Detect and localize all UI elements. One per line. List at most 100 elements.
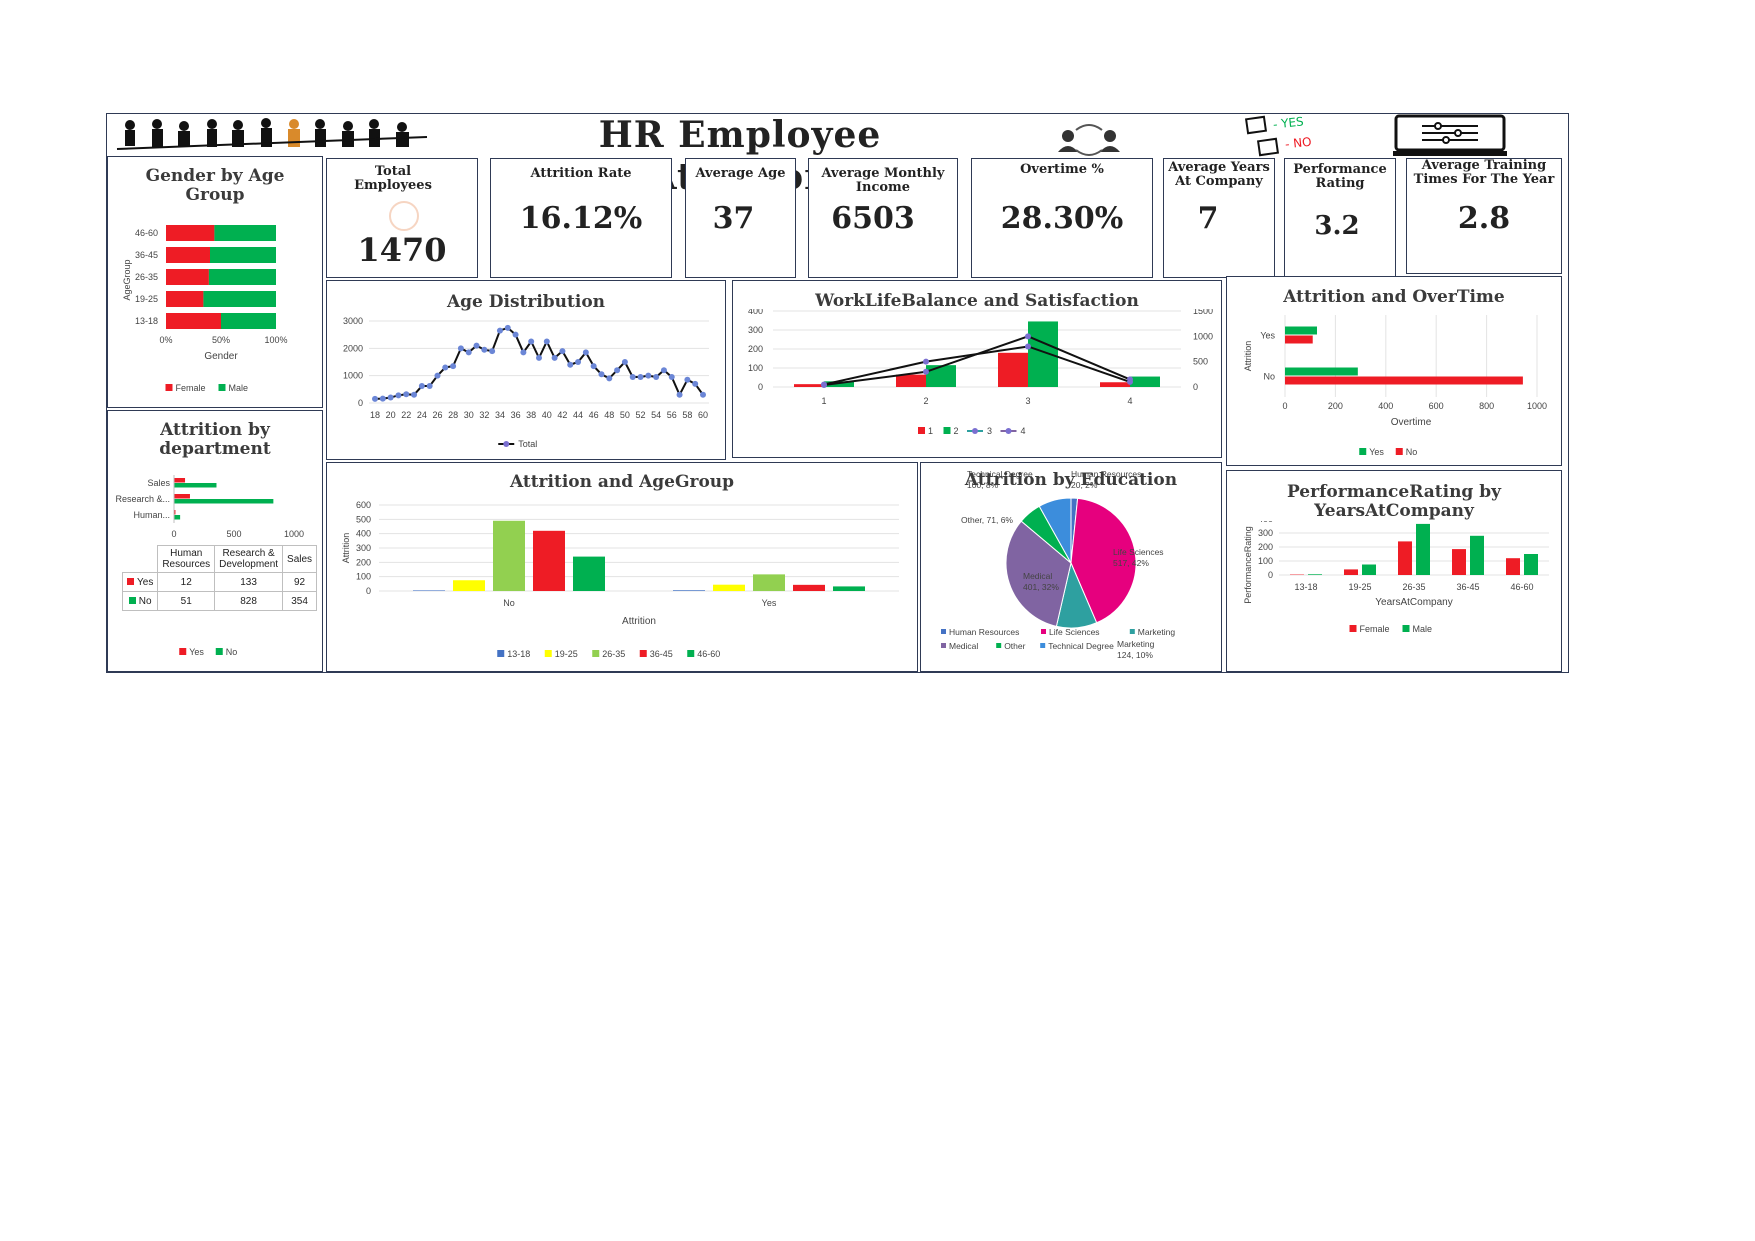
tick-label: 34	[495, 410, 505, 420]
tick-label: 100	[748, 363, 763, 373]
legend-swatch	[687, 650, 695, 657]
category-label: Research &...	[115, 494, 170, 504]
tick-label: 26-35	[1402, 582, 1425, 592]
legend-swatch	[996, 643, 1002, 648]
bar-male	[214, 225, 276, 241]
bar-26-35	[753, 574, 785, 591]
bar-male	[203, 291, 276, 307]
tick-label: Yes	[762, 598, 777, 608]
row-label: No	[138, 595, 152, 607]
tick-label: 22	[401, 410, 411, 420]
category-label: 13-18	[135, 316, 158, 326]
data-point	[520, 349, 527, 356]
legend-marker	[972, 428, 978, 434]
table-cell: 354	[282, 591, 318, 611]
tick-label: 46-60	[1510, 582, 1533, 592]
legend-swatch	[1402, 625, 1410, 632]
data-point	[598, 371, 605, 378]
tick-label: 300	[748, 325, 763, 335]
tick-label: 46	[589, 410, 599, 420]
legend-swatch	[918, 427, 925, 434]
legend-swatch	[943, 427, 951, 434]
bar-1	[896, 374, 926, 387]
data-point	[473, 342, 480, 349]
bar-female	[166, 291, 204, 307]
tick-label: 36-45	[1456, 582, 1479, 592]
legend-swatch	[1129, 629, 1135, 634]
category-label: 36-45	[135, 250, 158, 260]
data-label: Other, 71, 6%	[961, 515, 1013, 525]
bar-2	[1028, 321, 1058, 387]
people-logo	[112, 115, 432, 155]
tick-label: 42	[557, 410, 567, 420]
table-cell: 12	[157, 572, 216, 592]
legend-label: Male	[1413, 624, 1433, 634]
data-point	[496, 327, 503, 334]
legend-label: 2	[954, 426, 959, 436]
kpi-performance-rating: Performance Rating 3.2	[1284, 158, 1396, 278]
bar-1	[998, 352, 1028, 387]
bar-Yes	[1285, 326, 1318, 335]
table-cell: 92	[282, 572, 318, 592]
legend-label: 36-45	[650, 649, 673, 659]
bar-Yes	[174, 478, 186, 483]
people-silhouettes-icon	[116, 118, 428, 150]
data-point	[504, 324, 511, 331]
kpi-value: 28.30%	[1000, 201, 1124, 236]
tick-label: 100%	[264, 335, 287, 345]
kpi-value: 3.2	[1314, 211, 1360, 241]
data-point	[536, 354, 542, 361]
bar-13-18	[413, 590, 445, 591]
legend-swatch	[215, 648, 223, 655]
attrition-overtime-chart: 0 200 400 600 800 1000 Yes No Overtime Attrition Y…	[1243, 315, 1547, 457]
bar-13-18	[673, 590, 705, 591]
data-point	[567, 361, 574, 368]
axis-label: Attrition	[341, 533, 351, 564]
data-label: 517, 42%	[1113, 558, 1149, 568]
table-cell: 828	[214, 591, 284, 611]
chart-title: Gender by Age Group	[145, 166, 285, 205]
panel-gender-age: Gender by Age Group 46-60 36-45 26-35 19-25…	[107, 156, 323, 408]
legend-swatch	[218, 384, 226, 391]
kpi-label: Performance Rating	[1293, 162, 1387, 191]
tick-label: 19-25	[1348, 582, 1371, 592]
legend-label: No	[226, 647, 238, 657]
axis-label: Overtime	[1391, 417, 1432, 428]
data-point	[1025, 333, 1031, 340]
data-point	[692, 380, 699, 387]
data-point	[434, 372, 441, 379]
category-label: 19-25	[135, 294, 158, 304]
panel-attrition-agegroup: Attrition and AgeGroup 0 100 200 300 400 500 6…	[326, 462, 918, 672]
legend-swatch	[941, 629, 946, 634]
bar-Yes	[174, 494, 190, 499]
legend-swatch	[165, 384, 173, 391]
panel-age-distribution: Age Distribution 0 1000 2000 3000 18 20 22 24 26…	[326, 280, 726, 460]
tick-label: 0	[1193, 382, 1198, 392]
legend-label: Medical	[949, 641, 978, 651]
tick-label: 24	[417, 410, 427, 420]
tick-label: 1000	[1193, 331, 1213, 341]
axis-label: Attrition	[1243, 341, 1253, 372]
tick-label: 0	[1268, 570, 1273, 580]
tick-label: 0	[1282, 401, 1287, 411]
category-label: Sales	[147, 478, 170, 488]
chart-title: Attrition and AgeGroup	[509, 472, 735, 492]
tick-label: 500	[226, 529, 241, 539]
data-point	[629, 374, 636, 381]
kpi-overtime: Overtime % 28.30%	[971, 158, 1153, 278]
category-label: 46-60	[135, 228, 158, 238]
data-point	[606, 375, 613, 382]
tick-label: 400	[1258, 521, 1273, 524]
panel-worklife: WorkLifeBalance and Satisfaction 0 100 200…	[732, 280, 1222, 458]
bar-Yes	[1285, 367, 1358, 376]
tick-label: 36	[511, 410, 521, 420]
tick-label: 600	[1429, 401, 1444, 411]
data-label: Medical	[1023, 571, 1052, 581]
tick-label: 400	[748, 309, 763, 316]
data-point	[590, 363, 597, 370]
data-point	[379, 395, 386, 402]
bar-female	[166, 225, 215, 241]
tick-label: 44	[573, 410, 583, 420]
series-line	[374, 326, 704, 400]
panel-attrition-department: Attrition by department Sales Research &.…	[107, 410, 323, 672]
